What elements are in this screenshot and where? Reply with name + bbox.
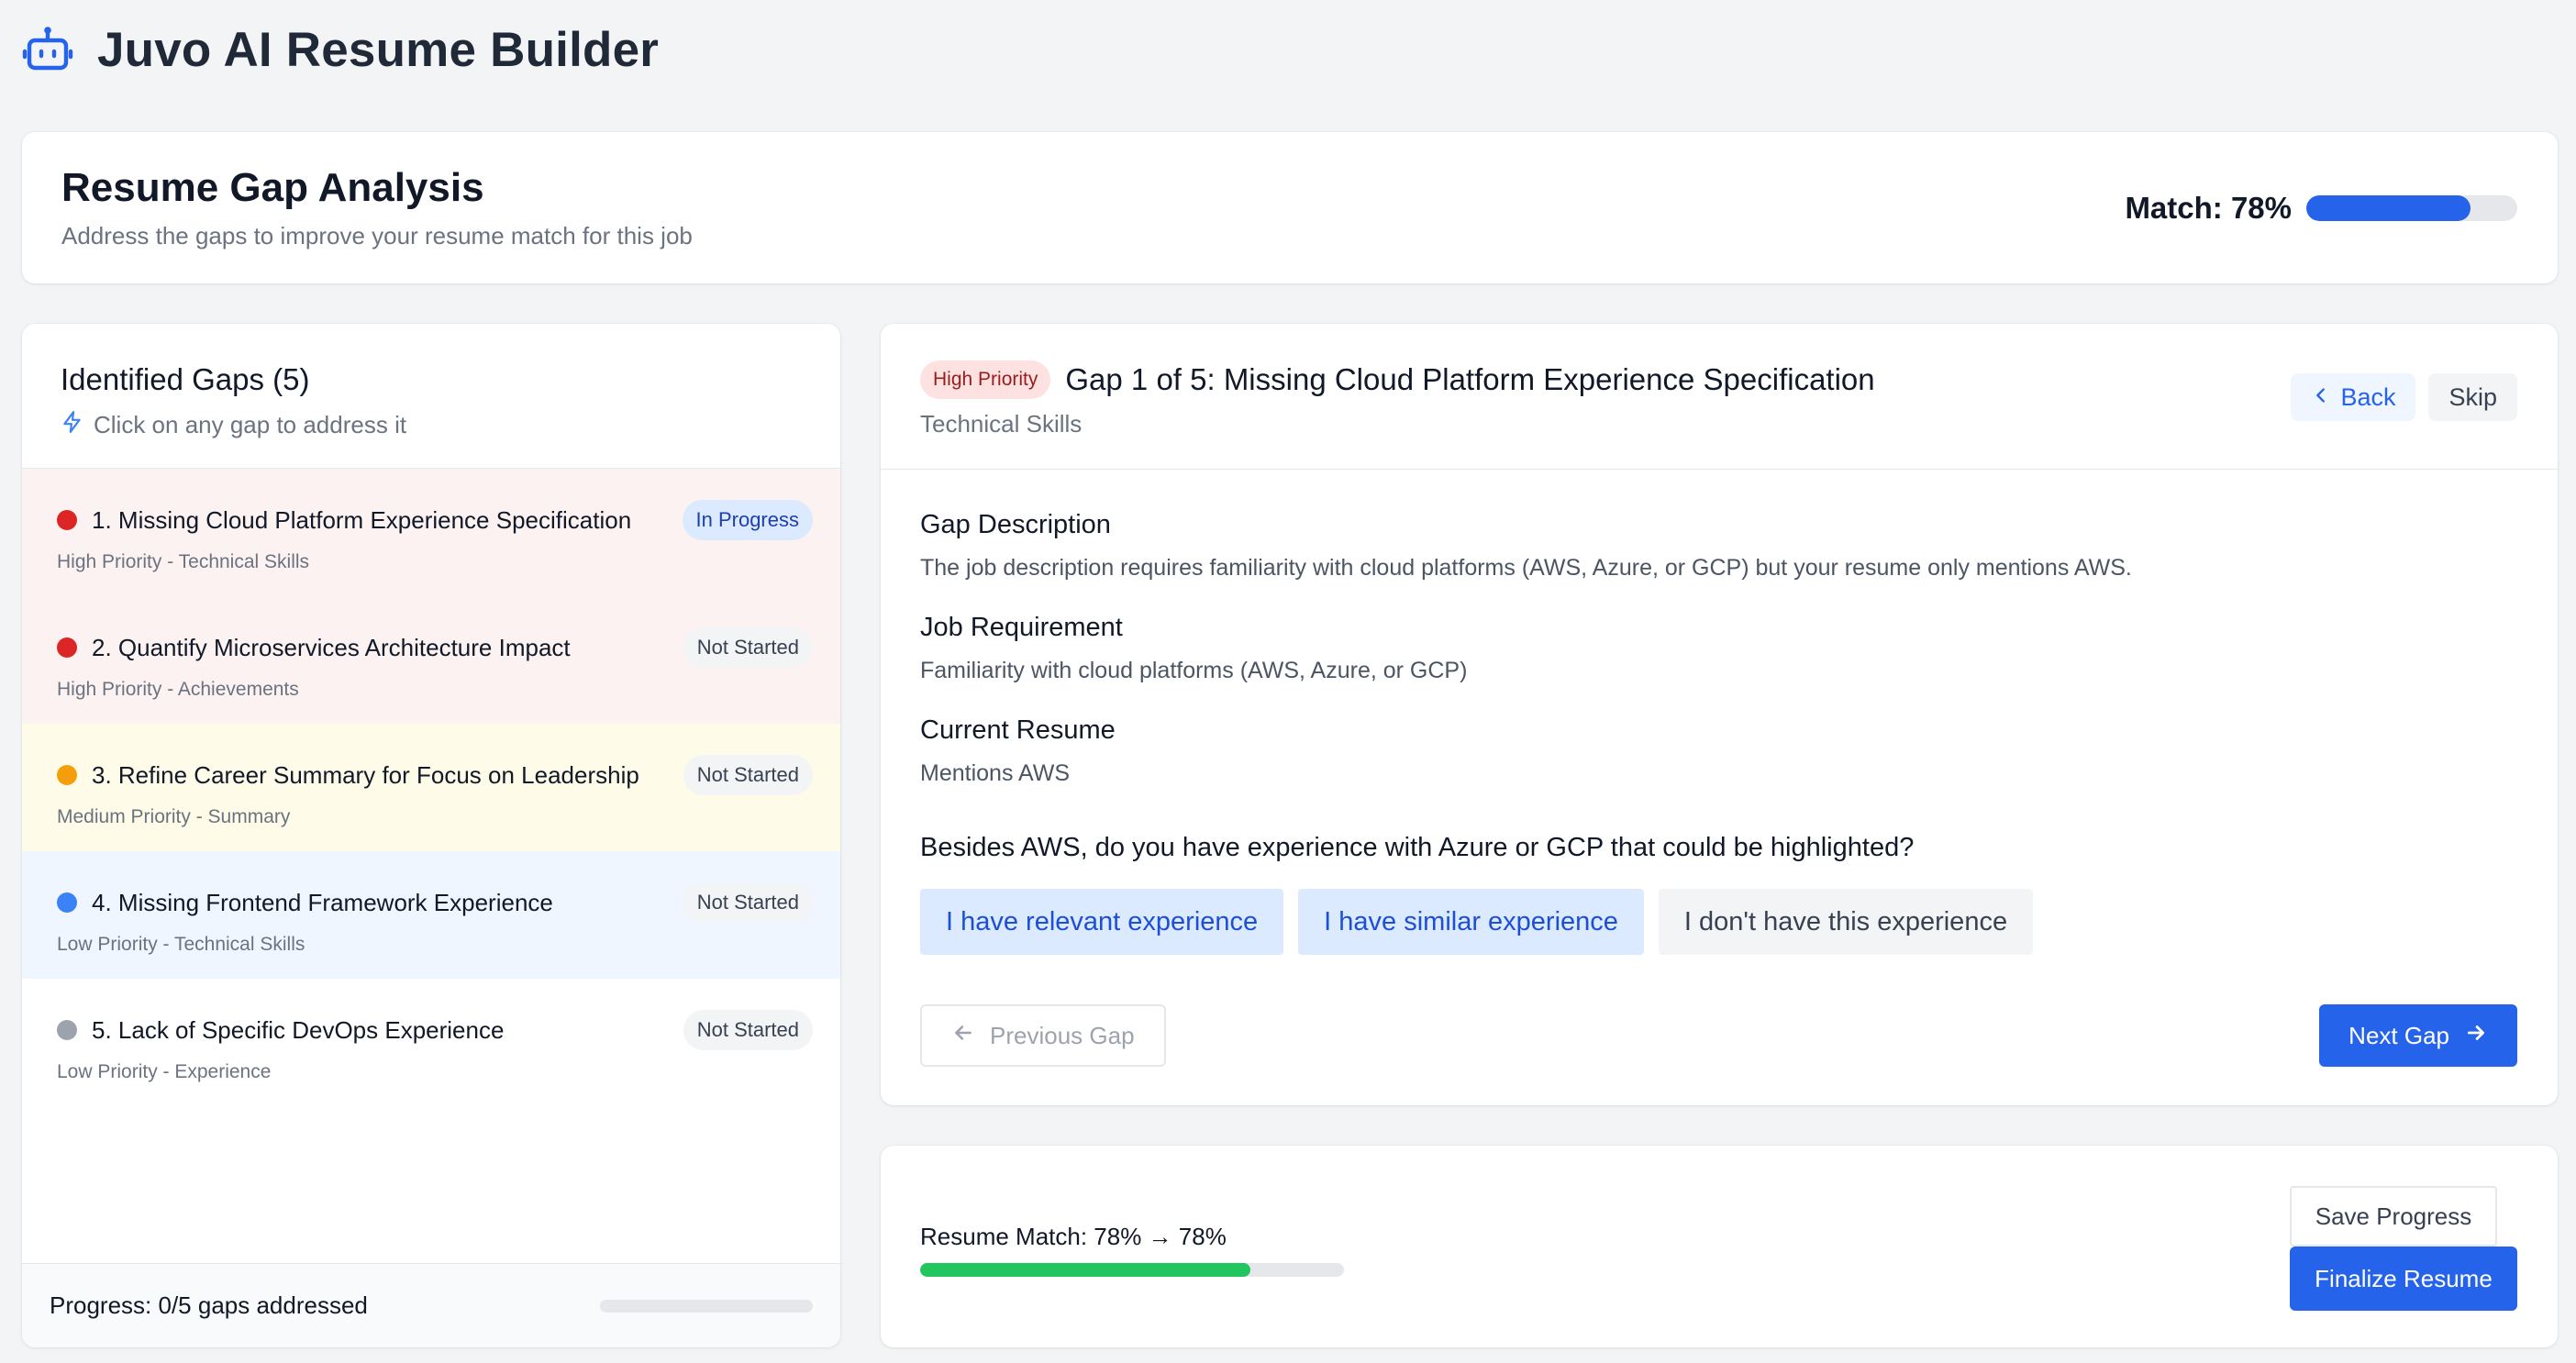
match-progress-fill — [2306, 195, 2471, 221]
section-text: The job description requires familiarity… — [920, 555, 2132, 581]
save-progress-button[interactable]: Save Progress — [2290, 1186, 2497, 1247]
current-resume-section: Current Resume Mentions AWS — [920, 715, 2518, 787]
previous-gap-label: Previous Gap — [990, 1021, 1135, 1049]
gap-detail-header: High Priority Gap 1 of 5: Missing Cloud … — [881, 324, 2558, 470]
app-header: Juvo AI Resume Builder — [22, 20, 659, 79]
progress-text: Progress: 0/5 gaps addressed — [50, 1291, 368, 1319]
arrow-left-icon — [951, 1021, 975, 1051]
gaps-progress-bar — [600, 1299, 813, 1313]
gap-item[interactable]: 4. Missing Frontend Framework Experience… — [22, 851, 840, 979]
gap-title: 4. Missing Frontend Framework Experience — [92, 888, 553, 916]
priority-badge: High Priority — [920, 360, 1051, 399]
gap-description-section: Gap Description The job description requ… — [920, 510, 2518, 582]
status-badge: Not Started — [683, 882, 813, 923]
priority-dot — [57, 892, 77, 913]
answer-similar-button[interactable]: I have similar experience — [1298, 889, 1644, 955]
section-title: Gap Description — [920, 510, 1111, 539]
gap-title: 3. Refine Career Summary for Focus on Le… — [92, 760, 639, 789]
gap-meta: Low Priority - Technical Skills — [57, 934, 305, 955]
gaps-footer: Progress: 0/5 gaps addressed — [22, 1263, 840, 1347]
gaps-panel: Identified Gaps (5) Click on any gap to … — [22, 324, 840, 1347]
gap-meta: Low Priority - Experience — [57, 1061, 272, 1082]
next-gap-label: Next Gap — [2348, 1021, 2449, 1049]
page-subtitle: Address the gaps to improve your resume … — [61, 222, 693, 249]
gap-detail-body: Gap Description The job description requ… — [881, 470, 2558, 955]
gap-item[interactable]: 2. Quantify Microservices Architecture I… — [22, 596, 840, 724]
match-indicator: Match: 78% — [2125, 191, 2517, 226]
status-badge: Not Started — [683, 755, 813, 795]
previous-gap-button[interactable]: Previous Gap — [920, 1004, 1166, 1067]
gaps-hint: Click on any gap to address it — [61, 410, 802, 440]
answer-relevant-button[interactable]: I have relevant experience — [920, 889, 1284, 955]
gap-list: 1. Missing Cloud Platform Experience Spe… — [22, 469, 840, 1106]
gap-navigation: Previous Gap Next Gap — [920, 1004, 2517, 1067]
section-title: Current Resume — [920, 715, 1116, 745]
job-requirement-section: Job Requirement Familiarity with cloud p… — [920, 613, 2518, 684]
gaps-title: Identified Gaps (5) — [61, 362, 310, 396]
gap-item[interactable]: 1. Missing Cloud Platform Experience Spe… — [22, 469, 840, 596]
gap-item[interactable]: 5. Lack of Specific DevOps Experience No… — [22, 979, 840, 1106]
priority-dot — [57, 765, 77, 785]
gap-meta: High Priority - Achievements — [57, 679, 299, 700]
resume-match-text: Resume Match: 78% → 78% — [920, 1223, 1227, 1250]
summary-panel: Resume Match: 78% → 78% Save Progress Fi… — [881, 1146, 2558, 1347]
lightning-icon — [61, 410, 84, 440]
gap-meta: Medium Priority - Summary — [57, 806, 291, 827]
answer-none-button[interactable]: I don't have this experience — [1658, 889, 2034, 955]
finalize-resume-button[interactable]: Finalize Resume — [2290, 1247, 2517, 1311]
priority-dot — [57, 510, 77, 530]
section-text: Mentions AWS — [920, 760, 1071, 786]
gap-detail-panel: High Priority Gap 1 of 5: Missing Cloud … — [881, 324, 2558, 1105]
gap-item[interactable]: 3. Refine Career Summary for Focus on Le… — [22, 724, 840, 851]
back-label: Back — [2340, 382, 2396, 411]
gap-question: Besides AWS, do you have experience with… — [920, 833, 1915, 862]
analysis-header-card: Resume Gap Analysis Address the gaps to … — [22, 132, 2558, 283]
status-badge: Not Started — [683, 1010, 813, 1050]
robot-icon — [22, 24, 73, 75]
resume-match-bar — [920, 1263, 1344, 1277]
gap-category: Technical Skills — [920, 410, 1083, 438]
arrow-right-icon — [2464, 1021, 2488, 1051]
answer-options: I have relevant experience I have simila… — [920, 889, 2518, 955]
resume-match-fill — [920, 1263, 1251, 1277]
section-title: Job Requirement — [920, 613, 1123, 642]
gaps-hint-text: Click on any gap to address it — [94, 411, 407, 438]
next-gap-button[interactable]: Next Gap — [2319, 1004, 2517, 1067]
gap-title: 5. Lack of Specific DevOps Experience — [92, 1015, 505, 1044]
priority-dot — [57, 637, 77, 658]
match-progress-bar — [2306, 195, 2517, 221]
app-title: Juvo AI Resume Builder — [97, 22, 660, 77]
gap-meta: High Priority - Technical Skills — [57, 551, 310, 572]
gap-title: 1. Missing Cloud Platform Experience Spe… — [92, 505, 632, 534]
gap-detail-title: Gap 1 of 5: Missing Cloud Platform Exper… — [1065, 362, 1875, 396]
match-label: Match: 78% — [2125, 191, 2292, 225]
section-text: Familiarity with cloud platforms (AWS, A… — [920, 658, 1468, 683]
page-title: Resume Gap Analysis — [61, 165, 484, 210]
priority-dot — [57, 1020, 77, 1040]
gap-title: 2. Quantify Microservices Architecture I… — [92, 633, 571, 661]
back-button[interactable]: Back — [2291, 373, 2416, 421]
chevron-left-icon — [2311, 383, 2331, 412]
skip-button[interactable]: Skip — [2428, 373, 2517, 421]
status-badge: In Progress — [682, 500, 813, 540]
status-badge: Not Started — [683, 627, 813, 668]
gaps-header: Identified Gaps (5) Click on any gap to … — [22, 324, 840, 469]
